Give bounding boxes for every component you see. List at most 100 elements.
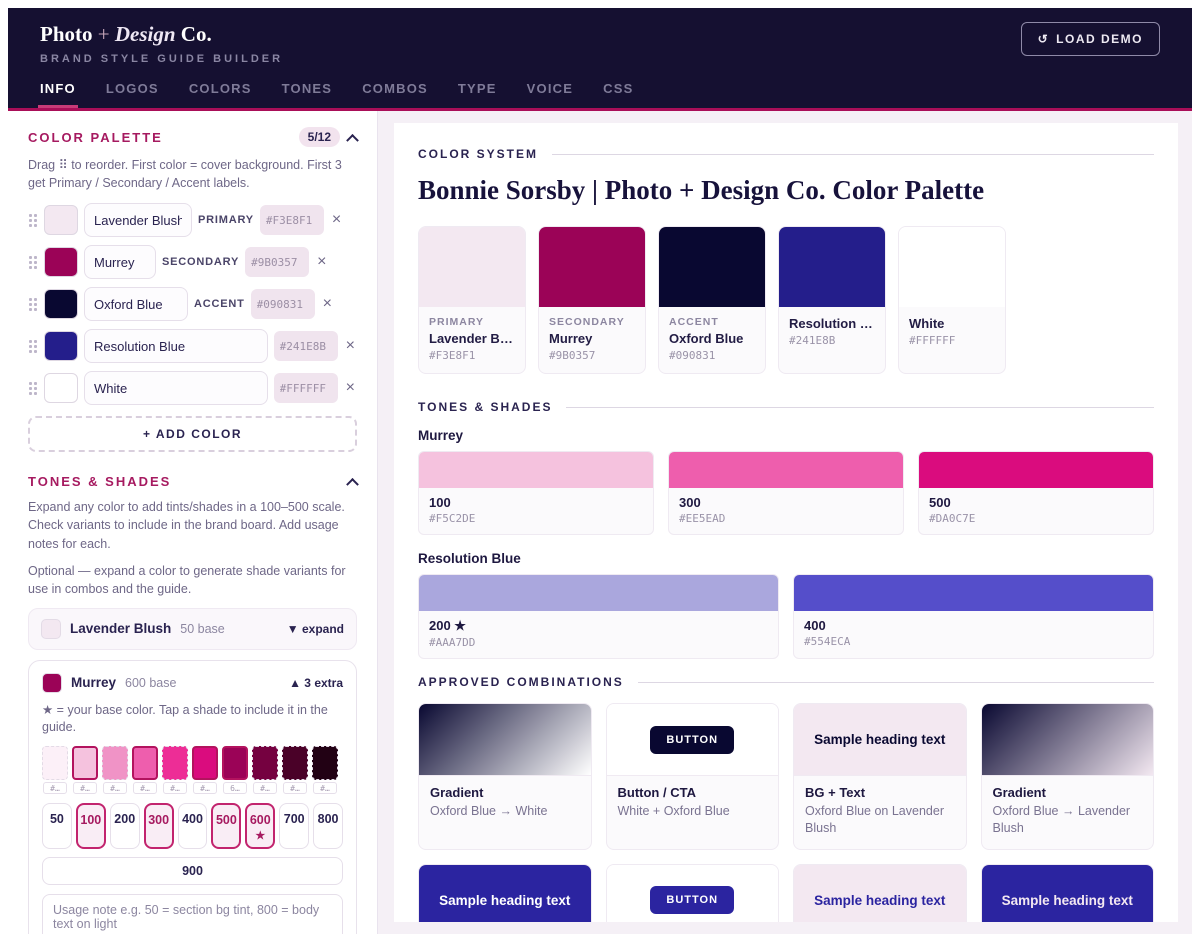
sample-heading-text: Sample heading text — [814, 893, 945, 908]
shade-pill-800[interactable]: 800 — [313, 803, 343, 849]
sample-heading-text: Sample heading text — [814, 732, 945, 747]
drag-handle-icon[interactable] — [28, 255, 38, 270]
remove-color-button[interactable]: × — [344, 336, 357, 356]
drag-handle-icon[interactable] — [28, 339, 38, 354]
color-swatch[interactable] — [44, 373, 78, 403]
shade-pill-700[interactable]: 700 — [279, 803, 309, 849]
shade-hex-input[interactable]: #… — [103, 782, 127, 794]
brand: Photo + Design Co. BRAND STYLE GUIDE BUI… — [40, 22, 283, 65]
shade-swatch[interactable] — [282, 746, 308, 780]
shade-hex-input[interactable]: #… — [253, 782, 277, 794]
shade-swatch[interactable] — [192, 746, 218, 780]
remove-color-button[interactable]: × — [344, 378, 357, 398]
tone-base-label: 600 base — [125, 676, 280, 690]
tab-type[interactable]: TYPE — [458, 81, 497, 96]
combo-desc: White + Oxford Blue — [618, 803, 768, 820]
color-name-input[interactable] — [84, 245, 156, 279]
collapse-tones-chevron-icon[interactable] — [346, 478, 359, 491]
shade-hex-input[interactable]: #… — [73, 782, 97, 794]
palette-card-hex: #F3E8F1 — [429, 349, 515, 362]
tab-info[interactable]: INFO — [40, 81, 76, 96]
combo-preview: BUTTON — [607, 704, 779, 776]
tab-voice[interactable]: VOICE — [527, 81, 573, 96]
shade-swatch[interactable] — [252, 746, 278, 780]
expand-toggle[interactable]: ▼ expand — [287, 622, 344, 636]
shade-swatch[interactable] — [222, 746, 248, 780]
usage-note-input[interactable] — [42, 894, 343, 934]
remove-color-button[interactable]: × — [330, 210, 343, 230]
drag-handle-icon[interactable] — [28, 213, 38, 228]
palette-card: PRIMARY Lavender Blush #F3E8F1 — [418, 226, 526, 374]
tab-logos[interactable]: LOGOS — [106, 81, 159, 96]
tab-colors[interactable]: COLORS — [189, 81, 252, 96]
shade-pill-900[interactable]: 900 — [42, 857, 343, 885]
shade-pill-600-base[interactable]: 600★ — [245, 803, 275, 849]
page: Photo + Design Co. BRAND STYLE GUIDE BUI… — [0, 0, 1200, 952]
hex-input[interactable] — [274, 331, 338, 361]
tone-row-lavender-blush[interactable]: Lavender Blush 50 base ▼ expand — [28, 608, 357, 650]
shade-pill-300[interactable]: 300 — [144, 803, 174, 849]
drag-handle-icon[interactable] — [28, 297, 38, 312]
shade-swatch[interactable] — [72, 746, 98, 780]
color-name-input[interactable] — [84, 329, 268, 363]
collapse-toggle[interactable]: ▲ 3 extra — [289, 676, 343, 690]
shade-swatch[interactable] — [42, 746, 68, 780]
tab-bar: INFO LOGOS COLORS TONES COMBOS TYPE VOIC… — [40, 81, 1160, 108]
hex-input[interactable] — [274, 373, 338, 403]
color-name-input[interactable] — [84, 287, 188, 321]
shade-pill-50[interactable]: 50 — [42, 803, 72, 849]
shade-hex-input[interactable]: #… — [313, 782, 337, 794]
tone-card-swatch — [669, 452, 903, 488]
tone-card-swatch — [919, 452, 1153, 488]
collapse-palette-chevron-icon[interactable] — [346, 133, 359, 146]
hex-input[interactable] — [251, 289, 315, 319]
shade-swatch[interactable] — [312, 746, 338, 780]
color-swatch[interactable] — [44, 247, 78, 277]
palette-card-swatch — [659, 227, 765, 307]
shade-hex-input[interactable]: 6… — [223, 782, 247, 794]
shade-hex-input[interactable]: #… — [283, 782, 307, 794]
tone-card-hex: #F5C2DE — [429, 512, 643, 525]
add-color-button[interactable]: + ADD COLOR — [28, 416, 357, 452]
hex-input[interactable] — [245, 247, 309, 277]
color-name-input[interactable] — [84, 203, 192, 237]
shade-hex-input[interactable]: #… — [133, 782, 157, 794]
shade-swatch[interactable] — [102, 746, 128, 780]
palette-card: SECONDARY Murrey #9B0357 — [538, 226, 646, 374]
shade-pill-100[interactable]: 100 — [76, 803, 106, 849]
shade-hex-input[interactable]: #… — [43, 782, 67, 794]
tones-hint-1: Expand any color to add tints/shades in … — [28, 498, 357, 552]
hex-input[interactable] — [260, 205, 324, 235]
shade-pill-500[interactable]: 500 — [211, 803, 241, 849]
tab-css[interactable]: CSS — [603, 81, 633, 96]
color-swatch[interactable] — [44, 205, 78, 235]
palette-hint: Drag ⠿ to reorder. First color = cover b… — [28, 156, 357, 192]
role-label: PRIMARY — [198, 214, 254, 226]
shade-swatch[interactable] — [132, 746, 158, 780]
brand-subtitle: BRAND STYLE GUIDE BUILDER — [40, 53, 283, 65]
shade-swatch[interactable] — [162, 746, 188, 780]
combo-title: Button / CTA — [618, 785, 768, 800]
shade-hex-input[interactable]: #… — [163, 782, 187, 794]
color-name-input[interactable] — [84, 371, 268, 405]
tab-combos[interactable]: COMBOS — [362, 81, 428, 96]
sample-button[interactable]: BUTTON — [650, 886, 734, 914]
sample-button[interactable]: BUTTON — [650, 726, 734, 754]
combo-card-button: BUTTON Button / CTA White + Oxford Blue — [606, 703, 780, 850]
color-swatch[interactable] — [44, 331, 78, 361]
remove-color-button[interactable]: × — [321, 294, 334, 314]
load-demo-button[interactable]: ↺ LOAD DEMO — [1021, 22, 1160, 56]
shade-pill-200[interactable]: 200 — [110, 803, 140, 849]
palette-card-hex: #9B0357 — [549, 349, 635, 362]
drag-handle-icon[interactable] — [28, 381, 38, 396]
color-palette-section: COLOR PALETTE 5/12 Drag ⠿ to reorder. Fi… — [28, 127, 357, 452]
color-system-section: COLOR SYSTEM Bonnie Sorsby | Photo + Des… — [418, 147, 1154, 374]
tone-row-murrey[interactable]: Murrey 600 base ▲ 3 extra — [42, 673, 343, 693]
shade-hex-input[interactable]: #… — [193, 782, 217, 794]
remove-color-button[interactable]: × — [315, 252, 328, 272]
tone-swatch-icon — [41, 619, 61, 639]
color-swatch[interactable] — [44, 289, 78, 319]
tab-tones[interactable]: TONES — [282, 81, 333, 96]
shade-pill-400[interactable]: 400 — [178, 803, 208, 849]
palette-card-name: Murrey — [549, 331, 635, 346]
